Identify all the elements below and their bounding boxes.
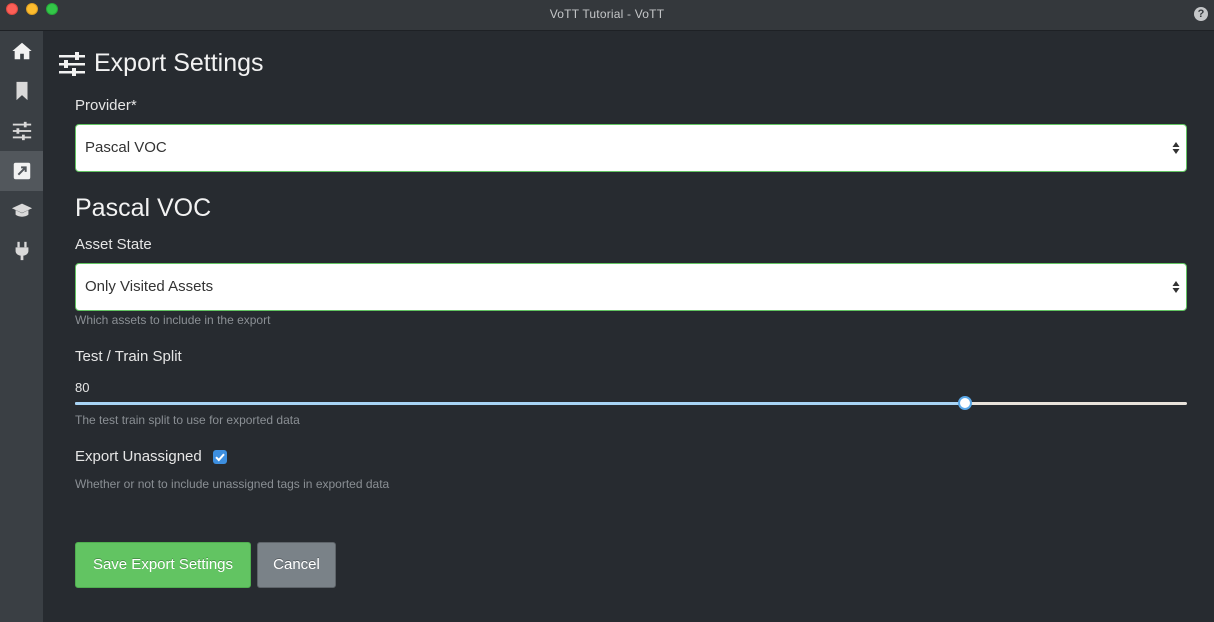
- graduation-cap-icon: [11, 203, 32, 217]
- main-content: Export Settings Provider* Pascal VOC Pas…: [43, 31, 1214, 622]
- sliders-icon: [59, 51, 85, 76]
- select-arrows-icon: [1172, 142, 1180, 154]
- page-title: Export Settings: [94, 49, 264, 77]
- provider-label: Provider*: [75, 97, 137, 114]
- asset-state-label: Asset State: [75, 236, 152, 253]
- sliders-icon: [12, 121, 31, 141]
- section-title: Pascal VOC: [75, 194, 212, 222]
- split-label: Test / Train Split: [75, 348, 182, 365]
- export-unassigned-checkbox[interactable]: [213, 450, 227, 464]
- provider-select[interactable]: Pascal VOC: [75, 124, 1187, 172]
- save-export-settings-button[interactable]: Save Export Settings: [75, 542, 251, 588]
- sidebar-item-active-learning[interactable]: [0, 191, 43, 231]
- provider-select-value: Pascal VOC: [85, 139, 167, 156]
- asset-state-help: Which assets to include in the export: [75, 313, 271, 327]
- checkmark-icon: [215, 453, 225, 462]
- window-title: VoTT Tutorial - VoTT: [549, 7, 665, 21]
- split-slider-fill: [75, 402, 965, 405]
- bookmark-icon: [16, 81, 27, 101]
- plug-icon: [15, 241, 28, 261]
- export-unassigned-help: Whether or not to include unassigned tag…: [75, 477, 390, 491]
- title-bar: VoTT Tutorial - VoTT ?: [0, 0, 1214, 31]
- help-icon[interactable]: ?: [1194, 7, 1208, 21]
- export-unassigned-label: Export Unassigned: [75, 448, 202, 465]
- sidebar: [0, 31, 43, 622]
- sidebar-item-tags[interactable]: [0, 71, 43, 111]
- page-header: Export Settings: [58, 49, 264, 78]
- asset-state-select[interactable]: Only Visited Assets: [75, 263, 1187, 311]
- sidebar-item-settings[interactable]: [0, 111, 43, 151]
- sidebar-item-connections[interactable]: [0, 231, 43, 271]
- sidebar-item-home[interactable]: [0, 31, 43, 71]
- home-icon: [11, 42, 32, 60]
- split-slider[interactable]: [75, 396, 1187, 410]
- split-value: 80: [75, 380, 90, 395]
- asset-state-select-value: Only Visited Assets: [85, 278, 214, 295]
- split-help: The test train split to use for exported…: [75, 413, 300, 427]
- sidebar-item-export[interactable]: [0, 151, 43, 191]
- select-arrows-icon: [1172, 281, 1180, 293]
- export-icon: [13, 162, 30, 180]
- cancel-button[interactable]: Cancel: [257, 542, 336, 588]
- split-slider-handle[interactable]: [957, 396, 972, 410]
